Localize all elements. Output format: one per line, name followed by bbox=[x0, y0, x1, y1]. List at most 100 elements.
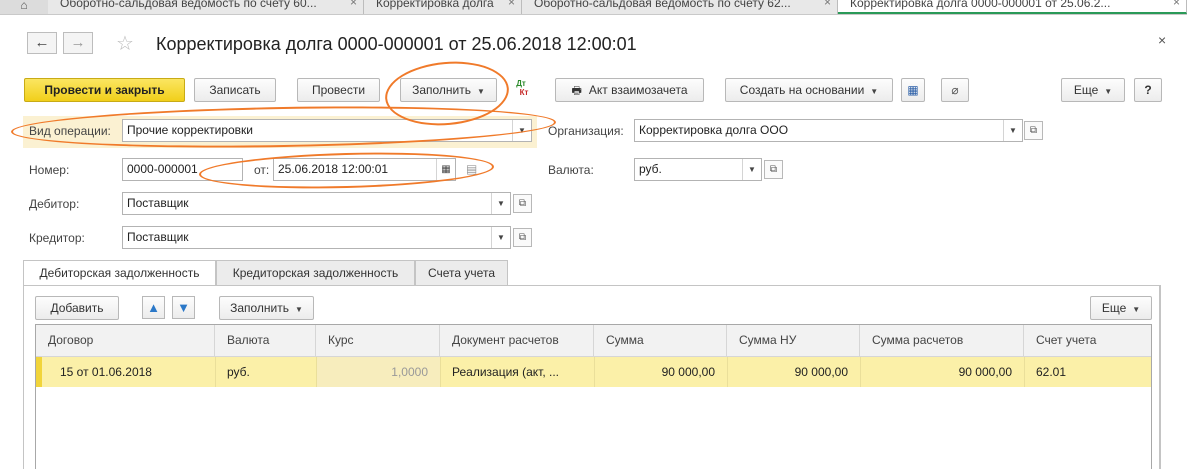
creditor-label: Кредитор: bbox=[29, 231, 85, 245]
organization-field[interactable]: Корректировка долга ООО ▼ bbox=[634, 119, 1023, 142]
cell-account[interactable]: 62.01 bbox=[1024, 357, 1151, 387]
debtor-label: Дебитор: bbox=[29, 197, 80, 211]
window-tab-debt-correction[interactable]: Корректировка долга × bbox=[364, 0, 522, 14]
chevron-down-icon[interactable]: ▼ bbox=[1003, 120, 1022, 141]
close-icon[interactable]: × bbox=[508, 0, 515, 8]
operation-label: Вид операции: bbox=[29, 124, 111, 138]
cell-amount-nu[interactable]: 90 000,00 bbox=[727, 357, 860, 387]
help-button[interactable]: ? bbox=[1134, 78, 1162, 102]
tab-receivables[interactable]: Дебиторская задолженность bbox=[23, 260, 216, 287]
move-down-icon[interactable]: ▼ bbox=[172, 296, 195, 319]
star-icon[interactable]: ☆ bbox=[116, 31, 134, 56]
move-up-icon[interactable]: ▲ bbox=[142, 296, 165, 319]
currency-field[interactable]: руб. ▼ bbox=[634, 158, 762, 181]
comment-icon[interactable]: ▤ bbox=[466, 162, 477, 176]
home-icon[interactable]: ⌂ bbox=[0, 0, 49, 14]
table-fill-label: Заполнить bbox=[230, 301, 289, 315]
close-icon[interactable]: × bbox=[350, 0, 357, 8]
window-tab-strip: ⌂ Оборотно-сальдовая ведомость по счету … bbox=[0, 0, 1187, 15]
chevron-down-icon[interactable]: ▼ bbox=[491, 193, 510, 214]
open-currency-icon[interactable]: ⧉ bbox=[764, 160, 783, 179]
create-based-on-button[interactable]: Создать на основании ▼ bbox=[725, 78, 893, 102]
open-debtor-icon[interactable]: ⧉ bbox=[513, 194, 532, 213]
chevron-down-icon: ▼ bbox=[1104, 87, 1113, 96]
calendar-icon[interactable]: ▦ bbox=[436, 159, 455, 180]
chevron-down-icon: ▼ bbox=[870, 87, 879, 96]
number-field[interactable]: 0000-000001 bbox=[122, 158, 243, 181]
column-header-contract[interactable]: Договор bbox=[36, 325, 215, 357]
close-icon[interactable]: × bbox=[1173, 0, 1180, 8]
kt-label: Кт bbox=[519, 88, 529, 97]
panel-edge bbox=[1160, 285, 1161, 469]
dt-label: Дт bbox=[516, 79, 526, 88]
fill-button[interactable]: Заполнить ▼ bbox=[400, 78, 497, 102]
close-icon[interactable]: × bbox=[824, 0, 831, 8]
cell-rate[interactable]: 1,0000 bbox=[316, 357, 440, 387]
window-tab-current-doc[interactable]: Корректировка долга 0000-000001 от 25.06… bbox=[838, 0, 1187, 14]
back-button[interactable]: ← bbox=[27, 32, 57, 54]
fill-label: Заполнить bbox=[412, 83, 471, 97]
window-tab-label: Оборотно-сальдовая ведомость по счету 60… bbox=[60, 0, 317, 10]
cell-amount-settlement[interactable]: 90 000,00 bbox=[860, 357, 1024, 387]
post-button[interactable]: Провести bbox=[297, 78, 380, 102]
more-button[interactable]: Еще ▼ bbox=[1061, 78, 1125, 102]
chevron-down-icon: ▼ bbox=[477, 87, 485, 96]
creditor-field[interactable]: Поставщик ▼ bbox=[122, 226, 511, 249]
table-fill-button[interactable]: Заполнить ▼ bbox=[219, 296, 314, 320]
date-value: 25.06.2018 12:00:01 bbox=[278, 162, 389, 176]
add-row-button[interactable]: Добавить bbox=[35, 296, 119, 320]
window-tab-label: Корректировка долга 0000-000001 от 25.06… bbox=[850, 0, 1111, 10]
operation-type-select[interactable]: Прочие корректировки ▼ bbox=[122, 119, 532, 142]
column-header-amount-settlement[interactable]: Сумма расчетов bbox=[860, 325, 1024, 357]
date-label: от: bbox=[254, 163, 270, 177]
cell-amount[interactable]: 90 000,00 bbox=[594, 357, 727, 387]
more-label: Еще bbox=[1073, 83, 1099, 97]
row-marker bbox=[36, 357, 42, 387]
window-tab-label: Корректировка долга bbox=[376, 0, 494, 10]
currency-label: Валюта: bbox=[548, 163, 594, 177]
post-and-close-button[interactable]: Провести и закрыть bbox=[24, 78, 185, 102]
dt-kt-button[interactable]: Дт Кт bbox=[509, 79, 533, 101]
number-label: Номер: bbox=[29, 163, 70, 177]
cell-contract[interactable]: 15 от 01.06.2018 bbox=[48, 357, 215, 387]
column-header-amount-nu[interactable]: Сумма НУ bbox=[727, 325, 860, 357]
open-organization-icon[interactable]: ⧉ bbox=[1024, 121, 1043, 140]
forward-button[interactable]: → bbox=[63, 32, 93, 54]
column-header-amount[interactable]: Сумма bbox=[594, 325, 727, 357]
printer-icon: 🖶 bbox=[571, 85, 582, 97]
close-icon[interactable]: × bbox=[1158, 32, 1166, 48]
debtor-field[interactable]: Поставщик ▼ bbox=[122, 192, 511, 215]
organization-label: Организация: bbox=[548, 124, 624, 138]
window-tab-osv-62[interactable]: Оборотно-сальдовая ведомость по счету 62… bbox=[522, 0, 838, 14]
tab-payables[interactable]: Кредиторская задолженность bbox=[216, 260, 415, 286]
chevron-down-icon[interactable]: ▼ bbox=[742, 159, 761, 180]
receivables-table[interactable]: Договор Валюта Курс Документ расчетов Су… bbox=[35, 324, 1152, 469]
structure-icon[interactable]: ▦ bbox=[901, 78, 925, 102]
window-tab-osv-60[interactable]: Оборотно-сальдовая ведомость по счету 60… bbox=[48, 0, 364, 14]
offset-act-label: Акт взаимозачета bbox=[588, 83, 688, 97]
cell-currency[interactable]: руб. bbox=[215, 357, 316, 387]
table-more-label: Еще bbox=[1101, 301, 1127, 315]
column-header-currency[interactable]: Валюта bbox=[215, 325, 316, 357]
column-header-document[interactable]: Документ расчетов bbox=[440, 325, 594, 357]
create-based-label: Создать на основании bbox=[739, 83, 865, 97]
chevron-down-icon[interactable]: ▼ bbox=[512, 120, 531, 141]
table-more-button[interactable]: Еще ▼ bbox=[1090, 296, 1152, 320]
column-header-rate[interactable]: Курс bbox=[316, 325, 440, 357]
cell-document[interactable]: Реализация (акт, ... bbox=[440, 357, 594, 387]
back-arrow-icon: ← bbox=[34, 34, 50, 51]
open-creditor-icon[interactable]: ⧉ bbox=[513, 228, 532, 247]
save-button[interactable]: Записать bbox=[194, 78, 276, 102]
offset-act-button[interactable]: 🖶 Акт взаимозачета bbox=[555, 78, 704, 102]
window-tab-label: Оборотно-сальдовая ведомость по счету 62… bbox=[534, 0, 791, 10]
date-field[interactable]: 25.06.2018 12:00:01 ▦ bbox=[273, 158, 456, 181]
debtor-value: Поставщик bbox=[127, 196, 189, 210]
tab-accounts[interactable]: Счета учета bbox=[415, 260, 508, 286]
attachment-icon[interactable]: ⌀ bbox=[941, 78, 969, 102]
chevron-down-icon[interactable]: ▼ bbox=[491, 227, 510, 248]
chevron-down-icon: ▼ bbox=[295, 305, 303, 314]
page-title: Корректировка долга 0000-000001 от 25.06… bbox=[156, 34, 637, 54]
currency-value: руб. bbox=[639, 162, 662, 176]
column-header-account[interactable]: Счет учета bbox=[1024, 325, 1151, 357]
forward-arrow-icon: → bbox=[70, 34, 86, 51]
